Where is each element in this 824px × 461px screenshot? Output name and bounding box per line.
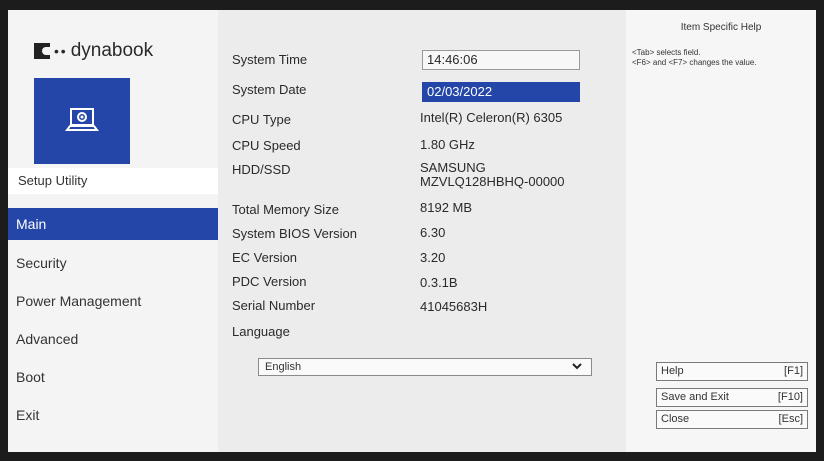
- system-time-field[interactable]: 14:46:06: [422, 50, 580, 70]
- sidebar-item-security[interactable]: Security: [8, 246, 218, 284]
- help-title: Item Specific Help: [680, 22, 762, 33]
- setup-utility-title: Setup Utility: [8, 168, 218, 194]
- save-and-exit-shortcut: [F10]: [777, 391, 803, 403]
- ec-version-value: 3.20: [420, 250, 446, 265]
- close-button[interactable]: Close [Esc]: [656, 410, 808, 429]
- sidebar-item-power-management[interactable]: Power Management: [8, 284, 218, 322]
- system-date-field[interactable]: 02/03/2022: [422, 82, 580, 102]
- language-selected-value: English: [265, 361, 302, 373]
- main-panel: System Time 14:46:06 System Date 02/03/2…: [218, 10, 626, 452]
- total-memory-value: 8192 MB: [420, 200, 473, 215]
- ec-version-label: EC Version: [232, 250, 298, 265]
- help-key-button[interactable]: Help [F1]: [656, 362, 808, 381]
- help-text-line2: <F6> and <F7> changes the value.: [632, 58, 757, 67]
- language-select[interactable]: English: [258, 358, 592, 376]
- sidebar-item-main[interactable]: Main: [8, 208, 218, 240]
- cpu-type-label: CPU Type: [232, 112, 292, 127]
- dynabook-logo: • • dynabook: [34, 40, 153, 62]
- help-panel: Item Specific Help <Tab> selects field. …: [626, 10, 816, 452]
- cpu-speed-value: 1.80 GHz: [420, 137, 475, 152]
- bios-version-value: 6.30: [420, 225, 446, 240]
- help-key-shortcut: [F1]: [784, 365, 803, 377]
- save-and-exit-button[interactable]: Save and Exit [F10]: [656, 388, 808, 407]
- hdd-ssd-label: HDD/SSD: [232, 162, 291, 177]
- sidebar-item-boot[interactable]: Boot: [8, 360, 218, 398]
- system-date-label: System Date: [232, 82, 307, 97]
- total-memory-label: Total Memory Size: [232, 202, 339, 217]
- sidebar-item-exit[interactable]: Exit: [8, 398, 218, 436]
- cpu-type-value: Intel(R) Celeron(R) 6305: [420, 110, 563, 125]
- dynabook-logo-icon: [34, 43, 50, 59]
- language-label: Language: [232, 324, 290, 339]
- help-key-label: Help: [661, 365, 684, 377]
- setup-utility-tile: [34, 78, 130, 164]
- serial-number-value: 41045683H: [420, 299, 488, 314]
- save-and-exit-label: Save and Exit: [661, 391, 729, 403]
- serial-number-label: Serial Number: [232, 298, 316, 313]
- system-time-label: System Time: [232, 52, 308, 67]
- pdc-version-value: 0.3.1B: [420, 275, 458, 290]
- logo-dots: • •: [54, 43, 66, 59]
- sidebar-item-advanced[interactable]: Advanced: [8, 322, 218, 360]
- cpu-speed-label: CPU Speed: [232, 138, 301, 153]
- close-label: Close: [661, 413, 690, 425]
- help-text-line1: <Tab> selects field.: [632, 48, 701, 57]
- laptop-gear-icon: [65, 108, 99, 131]
- pdc-version-label: PDC Version: [232, 274, 307, 289]
- logo-text: dynabook: [70, 40, 154, 61]
- chevron-down-icon: [571, 360, 583, 377]
- bios-screen: • • dynabook Setup Utility Main Security…: [8, 10, 816, 452]
- help-text: <Tab> selects field. <F6> and <F7> chang…: [632, 48, 757, 68]
- bios-version-label: System BIOS Version: [232, 226, 357, 241]
- sidebar-nav: Main Security Power Management Advanced …: [8, 208, 218, 436]
- close-shortcut: [Esc]: [778, 413, 803, 425]
- hdd-ssd-value-line2: MZVLQ128HBHQ-00000: [420, 174, 565, 189]
- sidebar: • • dynabook Setup Utility Main Security…: [8, 10, 218, 452]
